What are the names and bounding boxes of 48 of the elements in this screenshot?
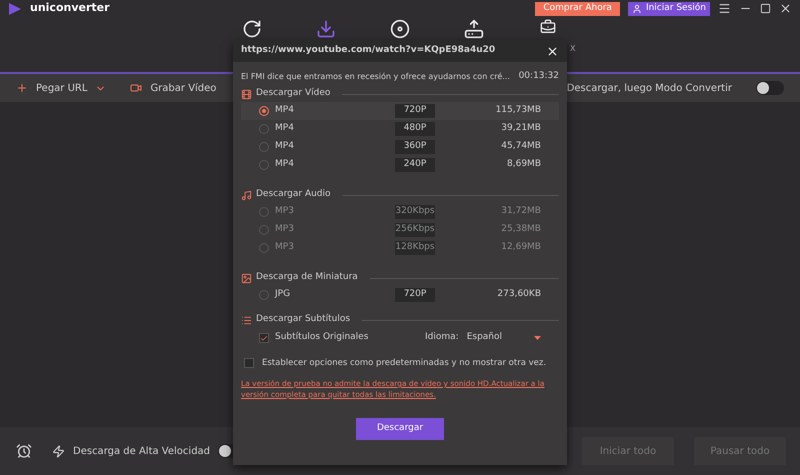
login-button[interactable]: Iniciar Sesión [628, 2, 710, 16]
section-title: Descargar Vídeo [256, 87, 330, 100]
section-title: Descargar Subtítulos [256, 313, 350, 326]
video-title: El FMI dice que entramos en recesión y ofrece ayudarnos con cré... [241, 71, 510, 83]
section-title: Descargar Audio [256, 188, 331, 202]
record-video-button[interactable]: Grabar Vídeo [130, 80, 216, 96]
list-icon [241, 314, 252, 326]
high-speed-label: Descarga de Alta Velocidad [73, 444, 210, 458]
language-label: Idioma: [425, 331, 459, 344]
format-option[interactable]: JPG 720P 273,60KB [241, 286, 559, 304]
convert-icon [242, 19, 262, 39]
video-camera-icon [130, 82, 142, 94]
drive-icon [464, 19, 484, 39]
film-icon [241, 88, 252, 100]
video-url: https://www.youtube.com/watch?v=KQpE98a4u20 [241, 44, 496, 58]
format-option[interactable]: MP4 720P 115,73MB [241, 102, 559, 120]
convert-mode-label: Descargar, luego Modo Convertir [566, 82, 732, 96]
alarm-icon[interactable] [16, 443, 32, 459]
briefcase-icon [538, 19, 558, 35]
lightning-icon [52, 444, 65, 458]
section-title: Descarga de Miniatura [256, 271, 358, 284]
subtitle-checkbox[interactable] [259, 333, 269, 343]
image-icon [241, 272, 252, 284]
buy-button[interactable]: Comprar Ahora [535, 2, 620, 16]
default-checkbox[interactable] [244, 358, 254, 368]
menu-icon[interactable] [718, 2, 731, 15]
plus-icon [16, 82, 28, 94]
download-icon [316, 19, 336, 39]
user-icon [632, 4, 642, 14]
format-option[interactable]: MP4 240P 8,69MB [241, 156, 559, 174]
tab-label: X [570, 43, 576, 55]
download-button[interactable]: Descargar [356, 418, 444, 440]
format-option[interactable]: MP4 360P 45,74MB [241, 138, 559, 156]
logo-icon [8, 2, 22, 16]
subtitle-label: Subtítulos Originales [275, 331, 370, 344]
default-label: Establecer opciones como predeterminadas y no mostrar otra vez. [262, 356, 546, 370]
app-name: uniconverter [30, 0, 110, 16]
close-icon[interactable] [779, 2, 792, 15]
paste-url-button[interactable]: Pegar URL [16, 80, 106, 96]
caret-icon [534, 336, 541, 340]
convert-mode-toggle[interactable] [756, 81, 784, 95]
language-dropdown[interactable]: Español [466, 331, 541, 345]
duration: 00:13:32 [518, 70, 559, 84]
disc-icon [390, 19, 410, 39]
format-option[interactable]: MP4 480P 39,21MB [241, 120, 559, 138]
music-note-icon [241, 190, 252, 200]
close-icon[interactable] [546, 44, 559, 58]
maximize-icon[interactable] [760, 3, 771, 14]
